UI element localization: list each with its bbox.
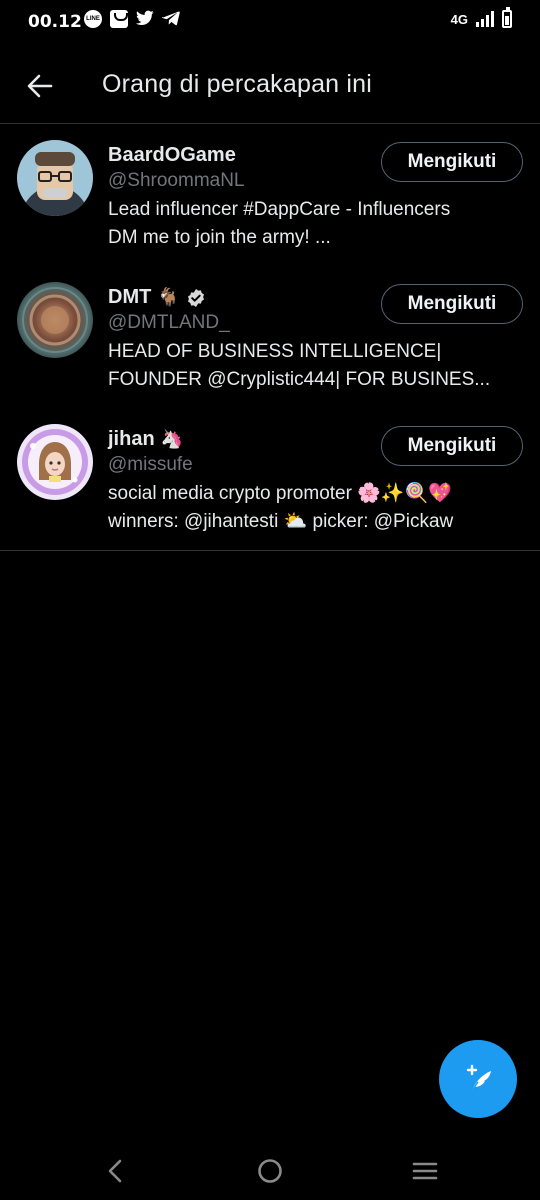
user-name: BaardOGame: [108, 144, 236, 166]
user-bio: Lead influencer #DappCare - Influencers …: [108, 196, 508, 252]
user-list: BaardOGame @ShroommaNL Lead influencer #…: [0, 124, 540, 551]
user-bio: HEAD OF BUSINESS INTELLIGENCE| FOUNDER @…: [108, 338, 508, 394]
user-handle: @DMTLAND_: [108, 312, 230, 333]
nav-home-icon: [258, 1159, 282, 1183]
nav-menu-icon: [412, 1162, 438, 1180]
goat-emoji: 🐐: [157, 287, 180, 308]
battery-icon: [502, 7, 512, 28]
user-name-line: BaardOGame: [108, 144, 236, 167]
bio-line: HEAD OF BUSINESS INTELLIGENCE|: [108, 341, 442, 362]
signal-icon: [476, 11, 494, 27]
page-title: Orang di percakapan ini: [102, 70, 373, 98]
nav-back-button[interactable]: [100, 1156, 130, 1186]
bio-line: DM me to join the army! ...: [108, 227, 331, 248]
bio-line: FOUNDER @Cryplistic444| FOR BUSINES...: [108, 369, 491, 390]
user-row[interactable]: jihan 🦄 @missufe social media crypto pro…: [0, 408, 540, 551]
user-row[interactable]: BaardOGame @ShroommaNL Lead influencer #…: [0, 124, 540, 266]
avatar[interactable]: [17, 282, 93, 358]
status-right: 4G: [450, 7, 512, 28]
following-button[interactable]: Mengikuti: [381, 426, 523, 466]
user-row[interactable]: DMT 🐐 @DMTLAND_ HEAD OF BUSINESS INTELLI…: [0, 266, 540, 408]
user-name: jihan: [108, 428, 155, 450]
arrow-left-icon: [27, 74, 53, 98]
nav-menu-button[interactable]: [410, 1156, 440, 1186]
status-time: 00.12: [28, 12, 82, 32]
following-button[interactable]: Mengikuti: [381, 142, 523, 182]
avatar[interactable]: [17, 424, 93, 500]
system-nav-bar: [0, 1140, 540, 1200]
bio-line: Lead influencer #DappCare - Influencers: [108, 199, 451, 220]
nav-home-button[interactable]: [255, 1156, 285, 1186]
network-type: 4G: [450, 11, 468, 27]
user-name-line: jihan 🦄: [108, 428, 183, 451]
telegram-icon: [161, 10, 180, 28]
compose-tweet-button[interactable]: [439, 1040, 517, 1118]
verified-badge-icon: [186, 288, 206, 308]
bio-line: winners: @jihantesti ⛅ picker: @Pickaw: [108, 511, 454, 532]
status-bar: 00.12 LINE 4G: [0, 0, 540, 46]
bio-line: social media crypto promoter 🌸✨🍭💖: [108, 483, 452, 504]
back-button[interactable]: [20, 66, 60, 106]
compose-tweet-icon: [466, 1064, 491, 1093]
user-name-line: DMT 🐐: [108, 286, 206, 309]
following-button[interactable]: Mengikuti: [381, 284, 523, 324]
user-bio: social media crypto promoter 🌸✨🍭💖 winner…: [108, 480, 508, 536]
avatar[interactable]: [17, 140, 93, 216]
user-handle: @ShroommaNL: [108, 170, 245, 191]
app-header: Orang di percakapan ini: [0, 46, 540, 124]
twitter-icon: [136, 10, 154, 28]
mail-icon: [110, 10, 128, 28]
nav-back-icon: [108, 1159, 122, 1183]
unicorn-emoji: 🦄: [160, 429, 184, 450]
user-handle: @missufe: [108, 454, 193, 475]
user-name: DMT: [108, 286, 152, 308]
notification-icons: LINE: [84, 10, 180, 28]
line-icon: LINE: [84, 10, 102, 28]
